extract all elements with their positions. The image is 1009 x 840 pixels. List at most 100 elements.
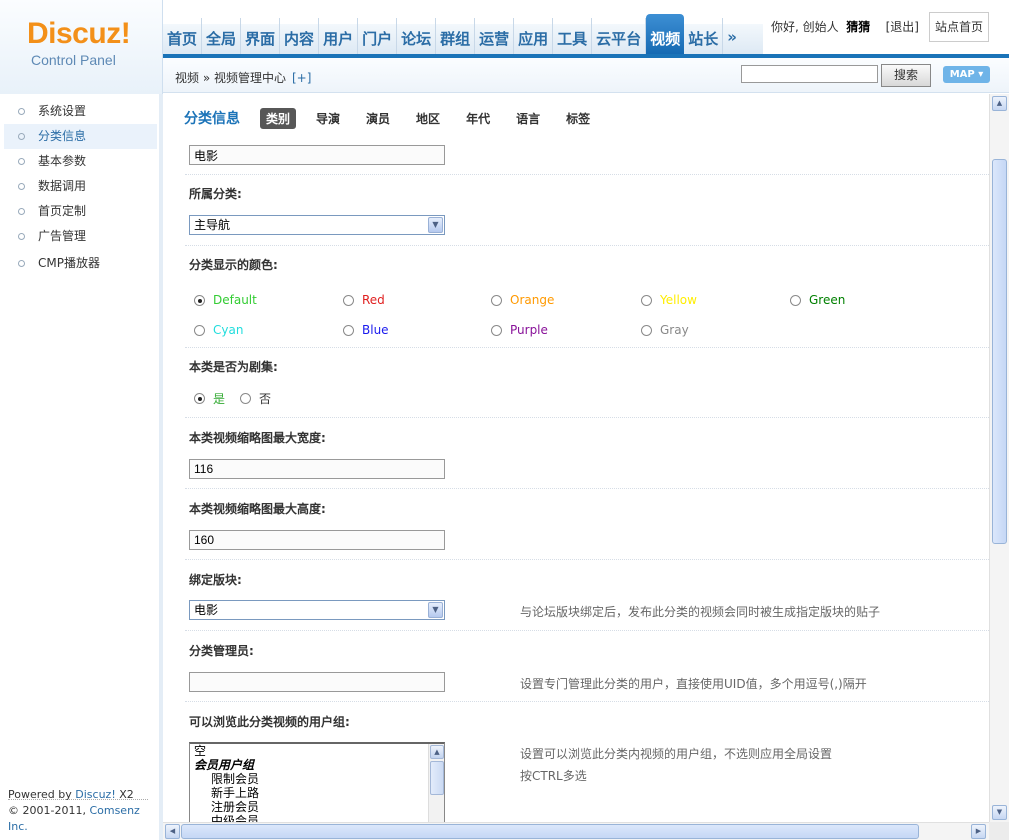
color-name-purple: Purple — [510, 323, 548, 337]
nav-tab-webmaster[interactable]: 站长 — [684, 18, 724, 56]
horizontal-scrollbar[interactable]: ◀ ▶ — [163, 822, 989, 840]
list-item[interactable]: 空 — [190, 744, 444, 758]
sidebar-item-data-call[interactable]: 数据调用 — [4, 174, 157, 199]
color-name-blue: Blue — [362, 323, 389, 337]
logo-area: Discuz! Control Panel — [0, 0, 163, 94]
nav-tab-groups[interactable]: 群组 — [436, 18, 476, 56]
radio-icon[interactable] — [240, 393, 251, 404]
color-radio-cyan[interactable]: Cyan — [194, 323, 243, 337]
footer-copyright: © 2001-2011, — [8, 804, 90, 817]
series-yes-radio[interactable]: 是 — [194, 390, 225, 407]
map-button[interactable]: MAP ▾ — [943, 66, 990, 83]
user-groups-multiselect[interactable]: 空 会员用户组 限制会员 新手上路 注册会员 中级会员 ▲ — [189, 742, 445, 822]
site-home-button[interactable]: 站点首页 — [929, 12, 989, 42]
color-radio-orange[interactable]: Orange — [491, 293, 554, 307]
nav-tab-forum[interactable]: 论坛 — [397, 18, 437, 56]
chevron-up-icon[interactable]: ▲ — [430, 745, 444, 759]
tab-tags[interactable]: 标签 — [560, 108, 596, 129]
category-name-input[interactable] — [189, 145, 445, 165]
chevron-left-icon[interactable]: ◀ — [165, 824, 180, 839]
sidebar-item-basic-params[interactable]: 基本参数 — [4, 149, 157, 174]
listbox-scroll-thumb[interactable] — [430, 761, 444, 795]
chevron-down-icon[interactable]: ▼ — [428, 602, 443, 618]
color-radio-purple[interactable]: Purple — [491, 323, 548, 337]
chevron-up-icon[interactable]: ▲ — [992, 96, 1007, 111]
thumb-height-input[interactable] — [189, 530, 445, 550]
chevron-down-icon[interactable]: ▼ — [992, 805, 1007, 820]
sidebar-item-cmp-player[interactable]: CMP播放器 — [4, 251, 157, 276]
vertical-scrollbar[interactable]: ▲ ▼ — [989, 94, 1009, 822]
color-radio-green[interactable]: Green — [790, 293, 845, 307]
radio-icon[interactable] — [194, 324, 205, 336]
radio-icon[interactable] — [641, 324, 652, 336]
radio-checked-icon[interactable] — [194, 294, 205, 306]
nav-tab-home[interactable]: 首页 — [163, 18, 203, 56]
parent-category-select[interactable]: 主导航 ▼ — [189, 215, 445, 235]
category-tabs: 分类信息 类别 导演 演员 地区 年代 语言 标签 — [184, 106, 610, 130]
radio-icon[interactable] — [491, 324, 502, 336]
row-divider — [185, 174, 989, 175]
row-divider — [185, 701, 989, 702]
add-to-menu-link[interactable]: [+] — [292, 71, 311, 85]
nav-tab-content[interactable]: 内容 — [280, 18, 320, 56]
radio-icon[interactable] — [641, 294, 652, 306]
color-radio-blue[interactable]: Blue — [343, 323, 389, 337]
nav-tab-tools[interactable]: 工具 — [553, 18, 593, 56]
nav-tab-operations[interactable]: 运营 — [475, 18, 515, 56]
horizontal-scroll-thumb[interactable] — [181, 824, 919, 839]
nav-more-button[interactable]: » — [723, 18, 741, 56]
radio-icon[interactable] — [491, 294, 502, 306]
radio-icon[interactable] — [790, 294, 801, 306]
tab-category[interactable]: 类别 — [260, 107, 297, 129]
nav-tab-apps[interactable]: 应用 — [514, 18, 554, 56]
chevron-down-icon[interactable]: ▼ — [428, 217, 443, 233]
nav-tab-video[interactable]: 视频 — [646, 14, 685, 56]
search-input[interactable] — [741, 65, 878, 83]
tab-region[interactable]: 地区 — [410, 108, 446, 129]
search-button[interactable]: 搜索 — [881, 64, 931, 87]
sidebar-item-ad-management[interactable]: 广告管理 — [4, 224, 157, 249]
footer-discuz-link[interactable]: Discuz! — [75, 788, 115, 801]
color-radio-yellow[interactable]: Yellow — [641, 293, 697, 307]
listbox-scrollbar[interactable]: ▲ — [428, 744, 444, 822]
bind-forum-hint: 与论坛版块绑定后，发布此分类的视频会同时被生成指定版块的贴子 — [520, 605, 881, 619]
tab-actor[interactable]: 演员 — [360, 108, 396, 129]
row-divider — [185, 347, 989, 348]
color-name-red: Red — [362, 293, 385, 307]
sidebar-item-category-info[interactable]: 分类信息 — [4, 124, 157, 149]
tab-year[interactable]: 年代 — [460, 108, 496, 129]
color-radio-default[interactable]: Default — [194, 293, 257, 307]
sidebar-item-system-settings[interactable]: 系统设置 — [4, 99, 157, 124]
row-divider — [185, 417, 989, 418]
color-radio-red[interactable]: Red — [343, 293, 385, 307]
thumb-height-label: 本类视频缩略图最大高度: — [189, 502, 326, 516]
breadcrumb-path[interactable]: 视频 » 视频管理中心 — [175, 71, 286, 85]
series-label: 本类是否为剧集: — [189, 360, 278, 374]
tab-director[interactable]: 导演 — [310, 108, 346, 129]
radio-icon[interactable] — [343, 294, 354, 306]
nav-tab-cloud[interactable]: 云平台 — [592, 18, 647, 56]
radio-checked-icon[interactable] — [194, 393, 205, 404]
vertical-scroll-thumb[interactable] — [992, 159, 1007, 544]
sidebar-item-homepage-custom[interactable]: 首页定制 — [4, 199, 157, 224]
nav-tab-portal[interactable]: 门户 — [358, 18, 398, 56]
list-item[interactable]: 中级会员 — [190, 814, 444, 822]
list-item[interactable]: 注册会员 — [190, 800, 444, 814]
list-item[interactable]: 限制会员 — [190, 772, 444, 786]
radio-icon[interactable] — [343, 324, 354, 336]
moderator-input[interactable] — [189, 672, 445, 692]
sidebar: 系统设置 分类信息 基本参数 数据调用 首页定制 广告管理 CMP播放器 Pow… — [0, 94, 163, 840]
thumb-width-input[interactable] — [189, 459, 445, 479]
nav-tab-interface[interactable]: 界面 — [241, 18, 281, 56]
nav-tab-global[interactable]: 全局 — [202, 18, 242, 56]
bind-forum-select[interactable]: 电影 ▼ — [189, 600, 445, 620]
color-radio-gray[interactable]: Gray — [641, 323, 689, 337]
logout-link[interactable]: [退出] — [886, 20, 919, 34]
list-item[interactable]: 新手上路 — [190, 786, 444, 800]
chevron-right-icon[interactable]: ▶ — [971, 824, 986, 839]
series-no-radio[interactable]: 否 — [240, 390, 271, 407]
discuz-logo[interactable]: Discuz! — [27, 17, 131, 51]
tab-language[interactable]: 语言 — [510, 108, 546, 129]
nav-tab-users[interactable]: 用户 — [319, 18, 359, 56]
user-groups-ctrl-hint: 按CTRL多选 — [520, 769, 587, 783]
